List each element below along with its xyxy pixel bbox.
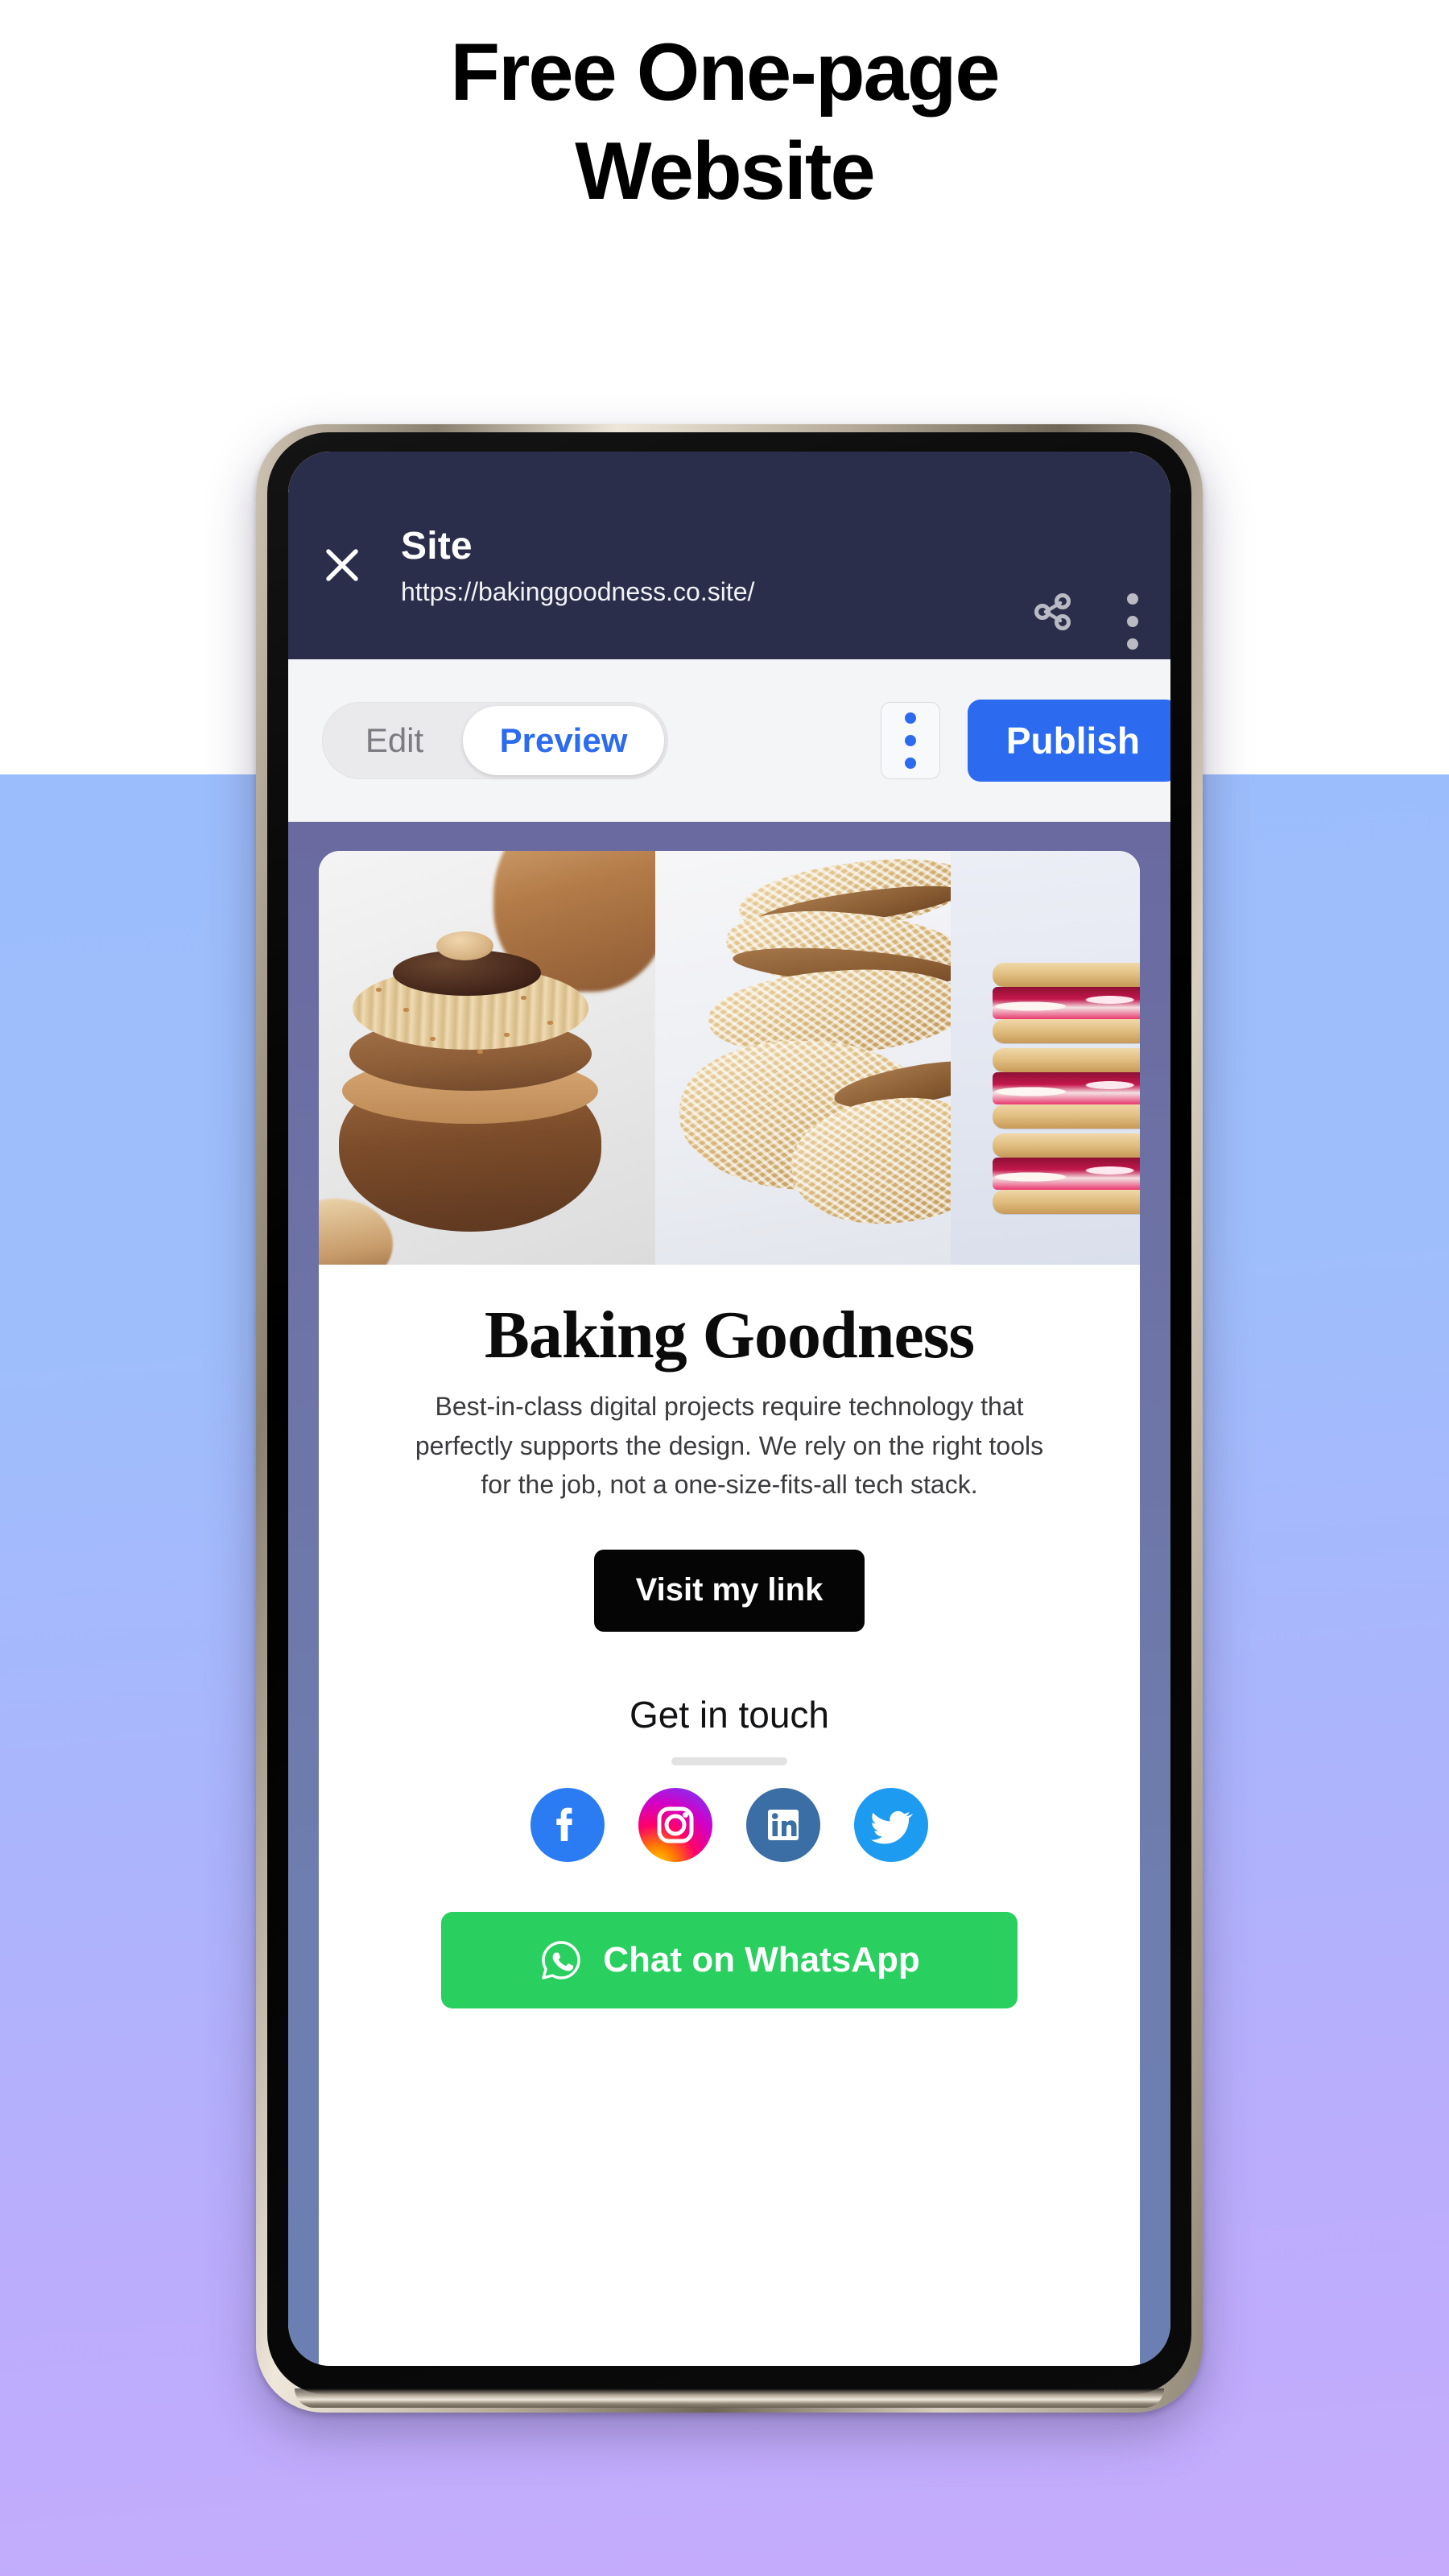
close-icon[interactable] bbox=[324, 547, 361, 584]
chat-on-whatsapp-button[interactable]: Chat on WhatsApp bbox=[441, 1911, 1018, 2008]
crumb bbox=[477, 1049, 483, 1054]
crumb bbox=[520, 995, 526, 1000]
edit-preview-segmented-control: Edit Preview bbox=[322, 701, 668, 779]
kebab-dot bbox=[1127, 638, 1138, 650]
visit-my-link-button[interactable]: Visit my link bbox=[593, 1549, 865, 1632]
site-url: https://bakinggoodness.co.site/ bbox=[401, 576, 755, 606]
collage-panel-almond-cookies bbox=[655, 851, 952, 1265]
collage-panel-raspberry-cookies bbox=[951, 851, 1140, 1265]
raspberry-cream-filling bbox=[992, 1071, 1140, 1104]
kebab-dot bbox=[904, 734, 916, 746]
site-title: Baking Goodness bbox=[484, 1298, 975, 1373]
tab-preview[interactable]: Preview bbox=[463, 705, 664, 775]
publish-button[interactable]: Publish bbox=[967, 699, 1170, 782]
editor-toolbar: Edit Preview Publish bbox=[288, 659, 1170, 822]
crumb bbox=[547, 1020, 554, 1025]
contact-divider bbox=[671, 1757, 787, 1765]
whatsapp-button-label: Chat on WhatsApp bbox=[603, 1939, 920, 1979]
site-hero-collage bbox=[319, 851, 1140, 1265]
biscuit bbox=[992, 1104, 1140, 1129]
stack-gap bbox=[993, 1043, 1140, 1048]
biscuit bbox=[992, 1047, 1140, 1072]
kebab-dot bbox=[904, 712, 916, 724]
site-description: Best-in-class digital projects require t… bbox=[415, 1392, 1044, 1500]
crumb bbox=[402, 1008, 409, 1013]
crumb bbox=[504, 1033, 510, 1038]
whatsapp-icon bbox=[539, 1938, 584, 1983]
linkedin-icon[interactable] bbox=[746, 1787, 820, 1862]
cookie-stack bbox=[992, 962, 1140, 1214]
tab-edit[interactable]: Edit bbox=[326, 706, 463, 775]
app-header-texts: Site https://bakinggoodness.co.site/ bbox=[401, 525, 1001, 606]
phone-screen: Site https://bakinggoodness.co.site/ Edi… bbox=[288, 452, 1170, 2366]
kebab-dot bbox=[904, 757, 916, 769]
site-preview-area: Baking Goodness Best-in-class digital pr… bbox=[288, 822, 1170, 2366]
app-header: Site https://bakinggoodness.co.site/ bbox=[288, 452, 1170, 659]
headline-line-2: Website bbox=[575, 126, 875, 217]
instagram-icon[interactable] bbox=[638, 1787, 712, 1862]
raspberry-cream-filling bbox=[992, 986, 1140, 1019]
page-headline: Free One-page Website bbox=[0, 32, 1449, 213]
facebook-icon[interactable] bbox=[530, 1787, 605, 1862]
social-links bbox=[351, 1787, 1108, 1862]
headline-line-1: Free One-page bbox=[450, 27, 1000, 118]
biscuit bbox=[992, 1133, 1140, 1158]
contact-heading: Get in touch bbox=[629, 1693, 830, 1736]
site-body: Baking Goodness Best-in-class digital pr… bbox=[319, 1302, 1140, 2008]
toolbar-kebab-menu-button[interactable] bbox=[880, 701, 940, 779]
crumb bbox=[376, 987, 382, 992]
phone-bottom-lip bbox=[295, 2388, 1164, 2408]
biscuit bbox=[992, 962, 1140, 987]
kebab-dot bbox=[1127, 593, 1138, 605]
site-card: Baking Goodness Best-in-class digital pr… bbox=[319, 851, 1140, 2366]
app-title: Site bbox=[401, 525, 473, 568]
biscuit bbox=[992, 1189, 1140, 1214]
collage-panel-pastry bbox=[319, 851, 656, 1265]
biscuit bbox=[992, 1018, 1140, 1043]
share-icon[interactable] bbox=[1030, 590, 1074, 634]
raspberry-cream-filling bbox=[992, 1157, 1140, 1190]
kebab-menu-icon[interactable] bbox=[1127, 593, 1138, 650]
twitter-icon[interactable] bbox=[854, 1787, 928, 1862]
crumb bbox=[430, 1037, 436, 1042]
kebab-dot bbox=[1127, 616, 1138, 627]
stack-gap bbox=[993, 1129, 1140, 1133]
phone-mockup: Site https://bakinggoodness.co.site/ Edi… bbox=[256, 424, 1203, 2413]
